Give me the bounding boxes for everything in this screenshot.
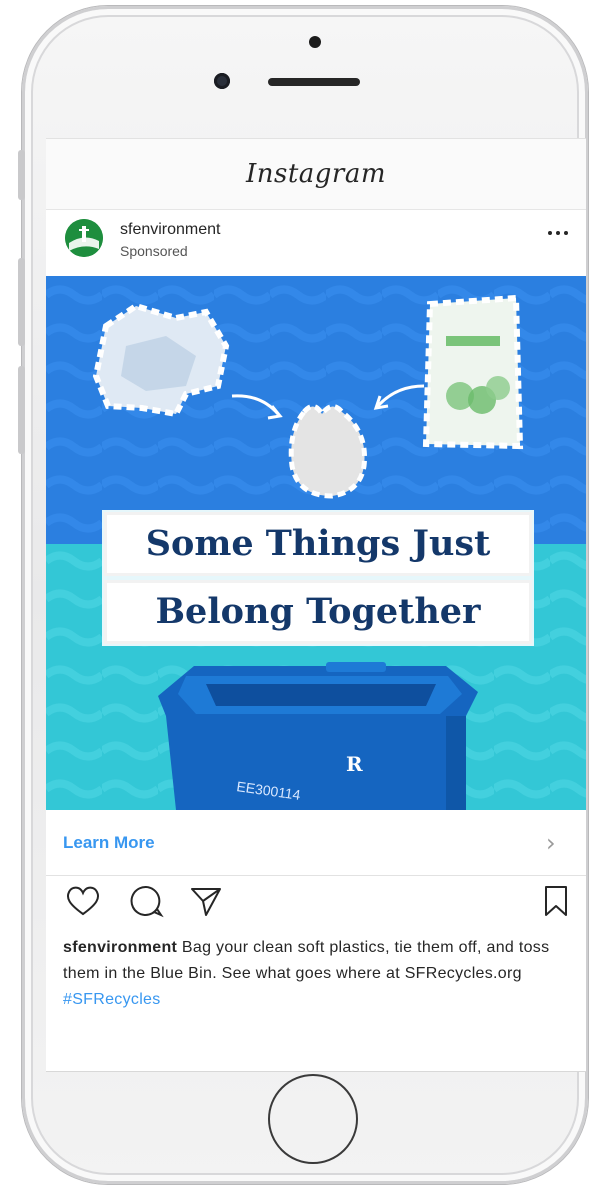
screen-bottom-edge: [46, 1071, 586, 1072]
headline-line-2: Belong Together: [155, 591, 481, 632]
caption-username[interactable]: sfenvironment: [63, 939, 177, 956]
recology-logo: R: [346, 752, 363, 776]
caption-hashtag[interactable]: #SFRecycles: [63, 991, 161, 1008]
post-actions: [46, 881, 586, 925]
comment-icon[interactable]: [126, 881, 166, 921]
heart-icon[interactable]: [63, 881, 103, 921]
instagram-logo: Instagram: [245, 159, 387, 189]
ad-image[interactable]: EE300114 R Some Things Just Belong Toget…: [46, 276, 586, 810]
post-caption: sfenvironment Bag your clean soft plasti…: [63, 935, 573, 1013]
front-camera: [214, 73, 230, 89]
volume-down-button: [18, 366, 25, 454]
avatar[interactable]: [65, 219, 103, 257]
learn-more-cta[interactable]: Learn More ›: [46, 811, 586, 876]
mute-switch: [18, 150, 25, 200]
chevron-right-icon: ›: [546, 829, 556, 857]
sponsored-label: Sponsored: [120, 243, 188, 259]
post-username[interactable]: sfenvironment: [120, 221, 221, 239]
instagram-header: Instagram: [46, 139, 586, 210]
learn-more-label: Learn More: [63, 833, 155, 852]
volume-up-button: [18, 258, 25, 346]
proximity-sensor: [309, 36, 321, 48]
headline-line-1: Some Things Just: [145, 523, 491, 564]
headline-box-1: Some Things Just: [104, 512, 532, 576]
headline-box-2: Belong Together: [104, 580, 532, 644]
phone-screen: Instagram sfenvironment Sponsored EE3001…: [46, 138, 586, 1072]
home-button[interactable]: [268, 1074, 358, 1164]
bookmark-icon[interactable]: [536, 881, 576, 921]
earpiece-speaker: [268, 78, 360, 86]
more-horizontal-icon[interactable]: [546, 225, 572, 241]
share-icon[interactable]: [186, 881, 226, 921]
sfenvironment-logo: [65, 219, 103, 257]
